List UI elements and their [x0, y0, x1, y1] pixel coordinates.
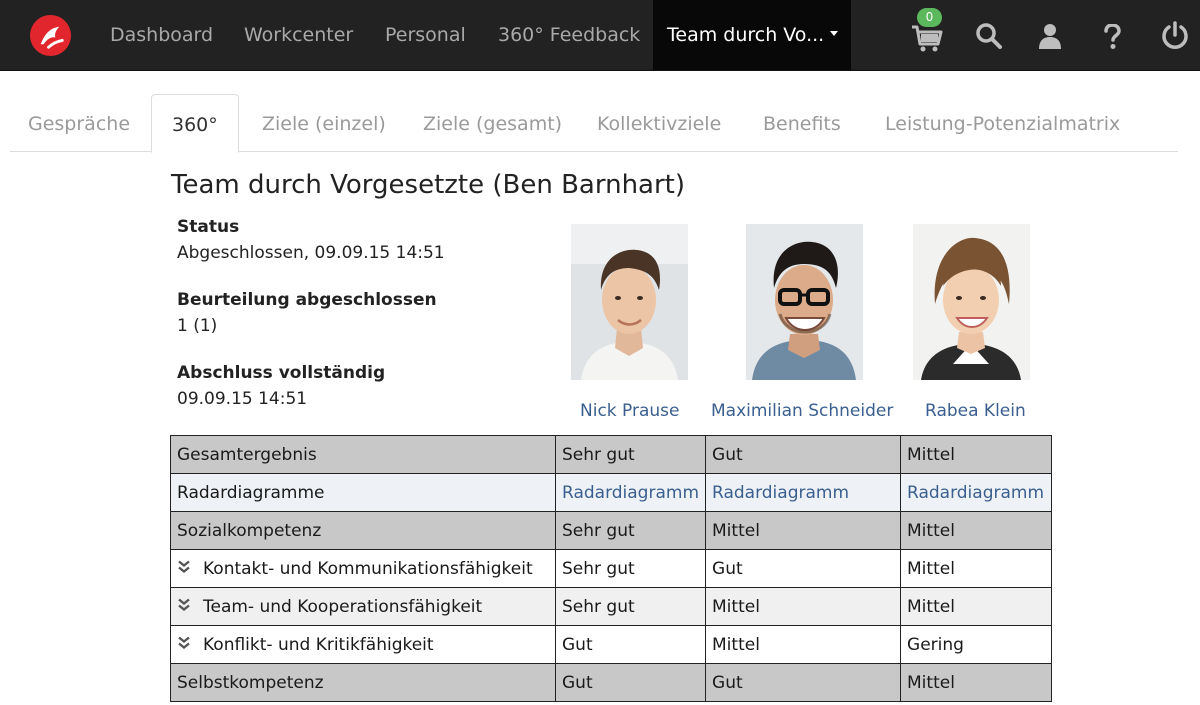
row-label: Konflikt- und Kritikfähigkeit [203, 634, 434, 655]
nav-360-feedback[interactable]: 360° Feedback [498, 0, 640, 70]
link-cell: Radardiagramm [900, 473, 1053, 512]
rating-cell: Mittel [900, 587, 1053, 626]
rating-label: Beurteilung abgeschlossen [177, 290, 437, 310]
rating-cell: Gut [554, 625, 707, 664]
radar-chart-link-2[interactable]: Radardiagramm [712, 483, 849, 503]
rating-cell: Mittel [900, 511, 1053, 550]
rating-cell: Mittel [705, 587, 902, 626]
link-cell: Radardiagramm [554, 473, 707, 512]
radar-chart-link-3[interactable]: Radardiagramm [907, 483, 1044, 503]
nav-team-label: Team durch Vo... [667, 24, 825, 46]
avatar-person-3[interactable] [913, 224, 1030, 380]
row-label: Gesamtergebnis [170, 435, 556, 474]
table-row: Gesamtergebnis Sehr gut Gut Mittel [170, 435, 1053, 474]
nav-personal[interactable]: Personal [385, 0, 466, 70]
top-navbar: Dashboard Workcenter Personal 360° Feedb… [0, 0, 1200, 71]
tab-360[interactable]: 360° [151, 94, 239, 153]
row-label-expandable[interactable]: Kontakt- und Kommunikationsfähigkeit [170, 549, 556, 588]
rating-cell: Mittel [900, 663, 1053, 702]
rating-cell: Gut [705, 435, 902, 474]
tab-benefits[interactable]: Benefits [763, 94, 841, 152]
rating-cell: Mittel [900, 549, 1053, 588]
rating-cell: Sehr gut [554, 549, 707, 588]
status-value: Abgeschlossen, 09.09.15 14:51 [177, 243, 445, 263]
radar-chart-link-1[interactable]: Radardiagramm [562, 483, 699, 503]
cart-count-badge: 0 [917, 8, 942, 27]
results-table: Gesamtergebnis Sehr gut Gut Mittel Radar… [170, 435, 1053, 702]
person-name-2[interactable]: Maximilian Schneider [711, 401, 893, 421]
tab-gespraeche[interactable]: Gespräche [28, 94, 130, 152]
row-label: Selbstkompetenz [170, 663, 556, 702]
table-row: Selbstkompetenz Gut Gut Mittel [170, 663, 1053, 702]
row-label: Radardiagramme [170, 473, 556, 512]
tab-leistung-potenzialmatrix[interactable]: Leistung-Potenzialmatrix [885, 94, 1120, 152]
row-label-expandable[interactable]: Konflikt- und Kritikfähigkeit [170, 625, 556, 664]
table-row: Sozialkompetenz Sehr gut Mittel Mittel [170, 511, 1053, 550]
rating-value: 1 (1) [177, 316, 218, 336]
table-row: Kontakt- und Kommunikationsfähigkeit Seh… [170, 549, 1053, 588]
row-label: Sozialkompetenz [170, 511, 556, 550]
nav-team-dropdown[interactable]: Team durch Vo... [653, 0, 851, 70]
person-name-3[interactable]: Rabea Klein [925, 401, 1026, 421]
page-title: Team durch Vorgesetzte (Ben Barnhart) [171, 170, 686, 200]
table-row: Konflikt- und Kritikfähigkeit Gut Mittel… [170, 625, 1053, 664]
search-icon[interactable] [975, 22, 1003, 50]
chevron-double-down-icon[interactable] [177, 598, 191, 612]
cart-icon[interactable] [911, 24, 943, 52]
row-label: Team- und Kooperationsfähigkeit [203, 596, 483, 617]
table-row: Radardiagramme Radardiagramm Radardiagra… [170, 473, 1053, 512]
rating-cell: Sehr gut [554, 435, 707, 474]
rating-cell: Mittel [705, 511, 902, 550]
power-icon[interactable] [1161, 21, 1189, 49]
table-row: Team- und Kooperationsfähigkeit Sehr gut… [170, 587, 1053, 626]
tab-ziele-gesamt[interactable]: Ziele (gesamt) [423, 94, 562, 152]
section-tabs: Gespräche 360° Ziele (einzel) Ziele (ges… [10, 94, 1178, 153]
rating-cell: Gut [705, 549, 902, 588]
app-logo[interactable] [29, 14, 72, 57]
chevron-double-down-icon[interactable] [177, 636, 191, 650]
avatar-person-1[interactable] [571, 224, 688, 380]
link-cell: Radardiagramm [705, 473, 902, 512]
help-icon[interactable] [1103, 24, 1121, 50]
row-label-expandable[interactable]: Team- und Kooperationsfähigkeit [170, 587, 556, 626]
tab-kollektivziele[interactable]: Kollektivziele [597, 94, 721, 152]
rating-cell: Mittel [900, 435, 1053, 474]
tab-ziele-einzel[interactable]: Ziele (einzel) [262, 94, 386, 152]
rating-cell: Mittel [705, 625, 902, 664]
rating-cell: Gut [554, 663, 707, 702]
status-label: Status [177, 217, 240, 237]
rating-cell: Sehr gut [554, 511, 707, 550]
chevron-double-down-icon[interactable] [177, 560, 191, 574]
nav-workcenter[interactable]: Workcenter [244, 0, 353, 70]
rating-cell: Gut [705, 663, 902, 702]
completion-value: 09.09.15 14:51 [177, 389, 308, 409]
rating-cell: Gering [900, 625, 1053, 664]
user-icon[interactable] [1038, 22, 1062, 50]
completion-label: Abschluss vollständig [177, 363, 386, 383]
row-label: Kontakt- und Kommunikationsfähigkeit [203, 558, 533, 579]
nav-dashboard[interactable]: Dashboard [110, 0, 213, 70]
rating-cell: Sehr gut [554, 587, 707, 626]
avatar-person-2[interactable] [746, 224, 863, 380]
person-name-1[interactable]: Nick Prause [580, 401, 680, 421]
caret-down-icon [830, 31, 839, 36]
